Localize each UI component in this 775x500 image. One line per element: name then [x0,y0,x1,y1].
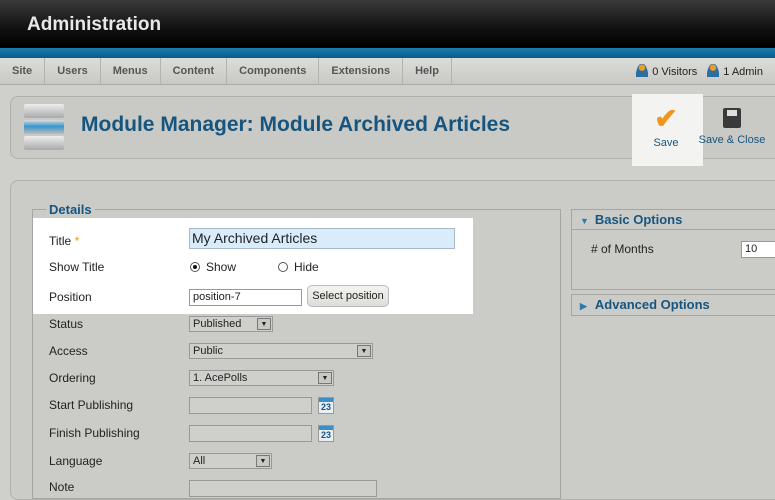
dropdown-arrow-icon: ▼ [256,455,270,467]
note-input[interactable] [189,480,377,497]
module-icon [24,104,64,150]
finish-publishing-label: Finish Publishing [49,426,140,440]
dropdown-arrow-icon: ▼ [357,345,371,357]
position-input[interactable]: position-7 [189,289,302,306]
calendar-icon[interactable]: 23 [318,425,334,442]
access-select[interactable]: Public ▼ [189,343,373,359]
menu-users[interactable]: Users [45,58,101,85]
start-publishing-input[interactable] [189,397,312,414]
radio-selected-icon [190,262,200,272]
note-label: Note [49,480,75,494]
user-icon [707,64,720,77]
ordering-select[interactable]: 1. AcePolls ▼ [189,370,334,386]
details-legend: Details [46,202,95,217]
basic-options-panel: ▼ Basic Options # of Months 10 [571,209,775,290]
advanced-options-panel: ▶ Advanced Options [571,294,775,316]
save-close-button[interactable]: Save & Close [697,108,767,146]
show-radio[interactable]: Show [190,260,236,274]
basic-options-toggle[interactable]: ▼ Basic Options [572,210,775,230]
months-label: # of Months [591,242,654,256]
show-title-label: Show Title [49,260,105,274]
page-title: Module Manager: Module Archived Articles [81,113,511,136]
status-label: Status [49,317,84,331]
header-stripe [0,48,775,58]
access-label: Access [49,344,88,358]
triangle-right-icon: ▶ [580,301,587,311]
months-input[interactable]: 10 [741,241,775,258]
finish-publishing-input[interactable] [189,425,312,442]
triangle-down-icon: ▼ [580,216,589,226]
language-label: Language [49,454,103,468]
header: Administration [0,0,775,48]
advanced-options-toggle[interactable]: ▶ Advanced Options [572,295,775,315]
dropdown-arrow-icon: ▼ [318,372,332,384]
dropdown-arrow-icon: ▼ [257,318,271,330]
menu-content[interactable]: Content [161,58,228,85]
menu-components[interactable]: Components [227,58,320,85]
title-label: Title * [49,234,80,248]
checkmark-icon: ✔ [654,103,678,134]
menu-site[interactable]: Site [0,58,46,85]
select-position-button[interactable]: Select position [307,285,389,307]
required-marker: * [74,234,80,248]
menu-menus[interactable]: Menus [101,58,161,85]
visitors-status[interactable]: 0 Visitors [636,64,697,78]
menu-extensions[interactable]: Extensions [319,58,404,85]
status-bar: 0 Visitors 1 Admin [636,64,763,78]
ordering-label: Ordering [49,371,96,385]
app-title: Administration [27,14,162,35]
menu-help[interactable]: Help [403,58,452,85]
position-label: Position [49,290,92,304]
start-publishing-label: Start Publishing [49,398,134,412]
hide-radio[interactable]: Hide [278,260,319,274]
status-select[interactable]: Published ▼ [189,316,273,332]
user-icon [636,64,649,77]
title-input[interactable]: My Archived Articles [189,228,455,249]
language-select[interactable]: All ▼ [189,453,272,469]
save-button[interactable]: ✔ Save [640,103,692,150]
admins-status[interactable]: 1 Admin [707,64,763,78]
calendar-icon[interactable]: 23 [318,397,334,414]
radio-empty-icon [278,262,288,272]
floppy-disk-icon [723,108,741,128]
